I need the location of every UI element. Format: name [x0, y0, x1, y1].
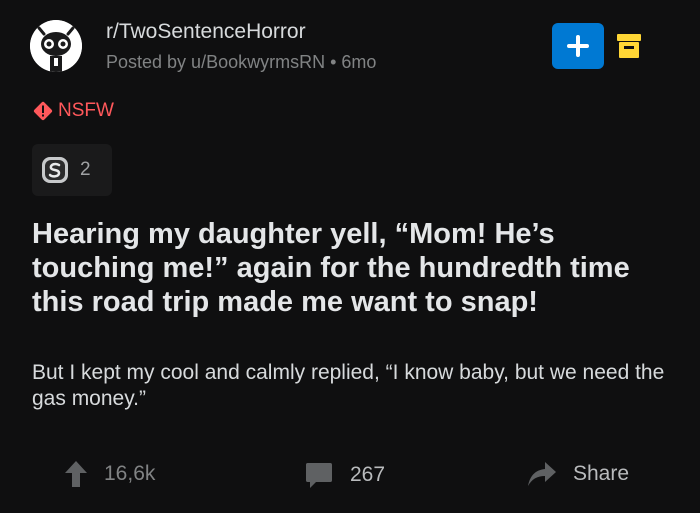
- arrow-up-icon: [65, 461, 87, 487]
- plus-icon: [567, 35, 589, 57]
- subreddit-name[interactable]: r/TwoSentenceHorror: [106, 20, 306, 44]
- upvote-button[interactable]: 16,6k: [64, 460, 155, 488]
- posted-by-link[interactable]: Posted by u/BookwyrmsRN: [106, 52, 325, 72]
- post-card: r/TwoSentenceHorror Posted by u/Bookwyrm…: [0, 0, 700, 513]
- warning-icon: [33, 101, 53, 121]
- share-button[interactable]: Share: [527, 460, 629, 488]
- comment-bubble-icon: [306, 463, 332, 488]
- post-header: r/TwoSentenceHorror Posted by u/Bookwyrm…: [30, 14, 670, 74]
- post-age: 6mo: [341, 52, 377, 72]
- comments-button[interactable]: 267: [304, 460, 385, 490]
- post-title[interactable]: Hearing my daughter yell, “Mom! He’s tou…: [32, 217, 668, 319]
- join-button[interactable]: [552, 23, 604, 69]
- silver-award-icon: [42, 157, 68, 183]
- post-body: But I kept my cool and calmly replied, “…: [32, 361, 665, 410]
- comment-count: 267: [350, 463, 386, 486]
- share-label: Share: [573, 462, 630, 485]
- nsfw-tag: NSFW: [32, 100, 114, 122]
- upvote-count: 16,6k: [104, 462, 156, 485]
- archive-icon[interactable]: [616, 32, 642, 60]
- share-arrow-icon: [528, 462, 556, 486]
- subreddit-avatar-icon[interactable]: [30, 20, 82, 72]
- action-bar: 16,6k 267 Share: [0, 452, 700, 500]
- award-count: 2: [80, 159, 91, 180]
- nsfw-label: NSFW: [58, 100, 114, 121]
- post-meta: Posted by u/BookwyrmsRN • 6mo: [106, 52, 376, 73]
- meta-separator: •: [330, 52, 337, 72]
- award-badge[interactable]: 2: [32, 144, 112, 196]
